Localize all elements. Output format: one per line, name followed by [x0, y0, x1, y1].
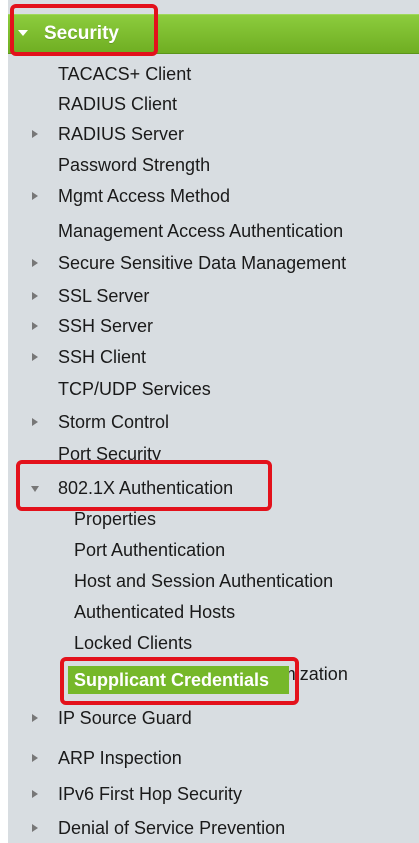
nav-subitem-locked-clients[interactable]: Locked Clients — [74, 630, 192, 656]
collapsed-arrow-icon[interactable] — [32, 322, 38, 330]
collapsed-arrow-icon[interactable] — [32, 790, 38, 798]
nav-subitem-port-authentication[interactable]: Port Authentication — [74, 537, 225, 563]
collapsed-arrow-icon[interactable] — [32, 130, 38, 138]
highlight-box-supplicant-credentials — [60, 657, 299, 705]
highlight-box-8021x — [16, 460, 272, 511]
nav-item-radius-server[interactable]: RADIUS Server — [32, 121, 184, 147]
nav-item-tcp-udp-services[interactable]: TCP/UDP Services — [58, 376, 211, 402]
nav-item-storm-control[interactable]: Storm Control — [32, 409, 169, 435]
collapsed-arrow-icon[interactable] — [32, 353, 38, 361]
nav-subitem-host-and-session-authentication[interactable]: Host and Session Authentication — [74, 568, 333, 594]
nav-item-arp-inspection[interactable]: ARP Inspection — [32, 745, 182, 771]
nav-item-denial-of-service-prevention[interactable]: Denial of Service Prevention — [32, 815, 285, 841]
nav-item-radius-client[interactable]: RADIUS Client — [58, 91, 177, 117]
collapsed-arrow-icon[interactable] — [32, 754, 38, 762]
nav-item-mgmt-access-method[interactable]: Mgmt Access Method — [32, 183, 230, 209]
collapsed-arrow-icon[interactable] — [32, 192, 38, 200]
highlight-box-security — [10, 4, 158, 56]
nav-item-ipv6-first-hop-security[interactable]: IPv6 First Hop Security — [32, 781, 242, 807]
nav-item-ssl-server[interactable]: SSL Server — [32, 283, 149, 309]
nav-subitem-authenticated-hosts[interactable]: Authenticated Hosts — [74, 599, 235, 625]
nav-item-ssh-client[interactable]: SSH Client — [32, 344, 146, 370]
nav-item-management-access-authentication[interactable]: Management Access Authentication — [58, 218, 343, 244]
nav-item-tacacs-client[interactable]: TACACS+ Client — [58, 61, 191, 87]
collapsed-arrow-icon[interactable] — [32, 824, 38, 832]
nav-item-ssh-server[interactable]: SSH Server — [32, 313, 153, 339]
collapsed-arrow-icon[interactable] — [32, 418, 38, 426]
nav-item-secure-sensitive-data-management[interactable]: Secure Sensitive Data Management — [32, 250, 346, 276]
collapsed-arrow-icon[interactable] — [32, 292, 38, 300]
collapsed-arrow-icon[interactable] — [32, 259, 38, 267]
nav-item-ip-source-guard[interactable]: IP Source Guard — [32, 705, 192, 731]
navigation-panel: Security TACACS+ Client RADIUS Client RA… — [0, 0, 419, 843]
nav-item-password-strength[interactable]: Password Strength — [58, 152, 210, 178]
collapsed-arrow-icon[interactable] — [32, 714, 38, 722]
